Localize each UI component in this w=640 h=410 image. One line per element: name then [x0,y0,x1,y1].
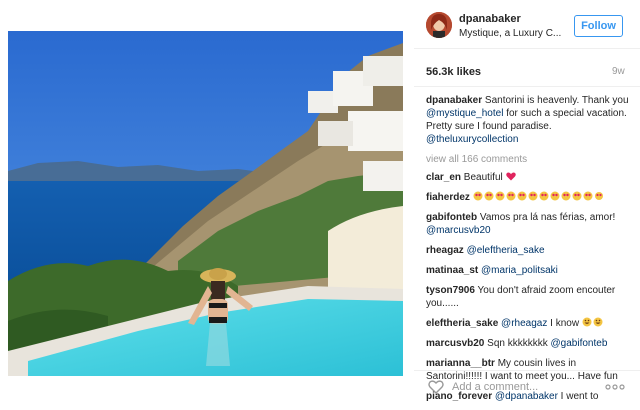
grinning-emoji-icon [582,317,606,327]
comment: rheagaz @eleftheria_sake [426,244,631,257]
stats-divider [414,86,640,87]
comment: eleftheria_sake @rheagaz I know [426,317,631,330]
avatar-portrait [426,12,452,38]
comment: marcusvb20 Sqn kkkkkkkk @gabifonteb [426,337,631,350]
caption-text-1: Santorini is heavenly. Thank you [482,95,629,106]
comment: fiaherdez [426,191,631,204]
comment-username[interactable]: matinaa_st [426,265,478,276]
comment-text: Beautiful [461,172,506,183]
post-header: dpanabaker Mystique, a Luxury C... Follo… [414,0,640,48]
comment: tyson7906 You don't afraid zoom encouter… [426,284,631,310]
header-divider [414,48,640,49]
post-photo-illustration [8,31,403,376]
comment-username[interactable]: eleftheria_sake [426,318,498,329]
grinning-emoji-pair [582,317,603,327]
location-link[interactable]: Mystique, a Luxury C... [459,28,561,39]
comments-list: dpanabaker Santorini is heavenly. Thank … [426,94,631,410]
more-horizontal-icon[interactable] [604,382,626,392]
comment-tag[interactable]: @maria_politsaki [478,265,558,276]
follow-button[interactable]: Follow [574,15,623,37]
comment-username[interactable]: tyson7906 [426,285,475,296]
comment-tag[interactable]: @gabifonteb [551,338,608,349]
comment-text: Sqn kkkkkkkk [484,338,551,349]
comment-tag[interactable]: @marcusvb20 [426,225,491,236]
post-time: 9w [612,66,625,77]
post-details-panel: dpanabaker Mystique, a Luxury C... Follo… [414,0,640,410]
heart-outline-icon[interactable] [428,379,444,395]
comment: gabifonteb Vamos pra lá nas férias, amor… [426,211,631,237]
username[interactable]: dpanabaker [459,13,521,25]
comment-text: I know [547,318,582,329]
caption-tag-2[interactable]: @theluxurycollection [426,134,518,145]
comment: matinaa_st @maria_politsaki [426,264,631,277]
comment-username[interactable]: marianna__btr [426,358,495,369]
comment-username[interactable]: fiaherdez [426,192,470,203]
like-count[interactable]: 56.3k likes [426,66,481,78]
add-comment-input[interactable] [452,379,602,395]
view-all-comments-link[interactable]: view all 166 comments [426,153,631,166]
caption: dpanabaker Santorini is heavenly. Thank … [426,94,631,146]
comment-tag[interactable]: @eleftheria_sake [464,245,545,256]
comment-tag[interactable]: @rheagaz [498,318,547,329]
post-photo[interactable] [8,31,403,376]
caption-tag-1[interactable]: @mystique_hotel [426,108,503,119]
comment-username[interactable]: rheagaz [426,245,464,256]
comment: clar_en Beautiful [426,171,631,184]
comment-username[interactable]: gabifonteb [426,212,477,223]
red-heart-emoji-icon [505,172,516,181]
caption-username[interactable]: dpanabaker [426,95,482,106]
heart-eyes-emoji-icon [473,191,603,201]
heart-eyes-emoji-row [473,191,603,201]
comment-text: Vamos pra lá nas férias, amor! [477,212,616,223]
add-comment-bar [414,370,640,406]
comment-username[interactable]: clar_en [426,172,461,183]
comment-username[interactable]: marcusvb20 [426,338,484,349]
avatar[interactable] [426,12,452,38]
